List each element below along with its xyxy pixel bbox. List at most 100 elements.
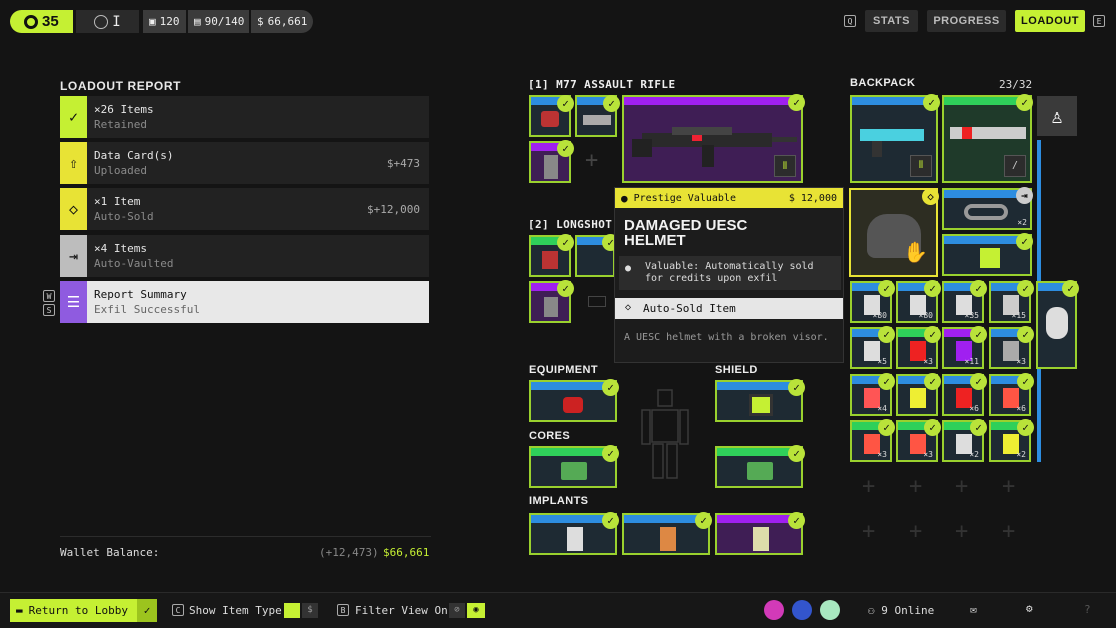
check-icon: ✓	[60, 96, 87, 138]
check-icon: ✓	[1016, 94, 1033, 111]
check-icon: ✓	[557, 95, 574, 112]
primary-weapon-slot[interactable]: ⫴	[622, 95, 803, 183]
check-icon: ✓	[970, 280, 987, 297]
check-icon: ✓	[137, 599, 157, 622]
item-type-toggle-on[interactable]	[284, 603, 300, 618]
empty-slot-plus[interactable]: +	[955, 476, 968, 498]
friends-icon: ⚇	[868, 604, 882, 617]
return-to-lobby-button[interactable]: ▬ Return to Lobby ✓	[10, 599, 157, 622]
level-ring-icon	[24, 14, 38, 29]
list-icon: ☰	[60, 281, 87, 323]
help-icon[interactable]: ?	[1084, 603, 1091, 616]
eye-icon[interactable]: ◉	[467, 603, 485, 618]
check-icon: ✓	[695, 512, 712, 529]
empty-slot-plus[interactable]: +	[909, 476, 922, 498]
empty-slot-plus[interactable]: +	[909, 521, 922, 543]
tab-stats[interactable]: STATS	[865, 10, 918, 32]
report-row-summary[interactable]: ☰ Report Summary Exfil Successful	[60, 281, 429, 323]
tooltip-tag: Prestige Valuable	[633, 192, 736, 204]
kills-icon: ▣	[149, 15, 156, 28]
gear-icon[interactable]: ⚙	[1026, 602, 1033, 615]
item-tooltip: ● Prestige Valuable $ 12,000 DAMAGED UESC…	[614, 187, 844, 363]
secondary-weapon-title: [2] LONGSHOT	[528, 218, 613, 231]
empty-mag-icon	[588, 296, 606, 307]
tooltip-header: ● Prestige Valuable $ 12,000	[615, 188, 843, 208]
check-icon: ✓	[924, 419, 941, 436]
key-q-hint: Q	[844, 15, 856, 27]
key-w-hint: W	[43, 290, 55, 302]
report-row-retained[interactable]: ✓ ×26 Items Retained	[60, 96, 429, 138]
avatar[interactable]	[820, 600, 840, 620]
wallet-delta: (+12,473)	[319, 546, 379, 559]
cores-title: CORES	[529, 430, 571, 442]
check-icon: ✓	[878, 280, 895, 297]
check-icon: ✓	[788, 379, 805, 396]
autosold-value: $+12,000	[367, 202, 420, 216]
check-icon: ✓	[557, 280, 574, 297]
tooltip-autosold: Auto-Sold Item	[615, 298, 843, 319]
tooltip-description: A UESC helmet with a broken visor.	[624, 332, 829, 343]
empty-slot-plus[interactable]: +	[1002, 521, 1015, 543]
wallet-label: Wallet Balance:	[60, 546, 160, 559]
key-s-hint: S	[43, 304, 55, 316]
ammo-icon: /	[1004, 155, 1026, 177]
tab-loadout[interactable]: LOADOUT	[1015, 10, 1085, 32]
report-row-autosold[interactable]: ◇ ×1 Item Auto-Sold $+12,000	[60, 188, 429, 230]
stat-kills: ▣ 120	[143, 10, 186, 33]
filter-view-label: Filter View On	[355, 604, 448, 617]
check-icon: ✓	[878, 419, 895, 436]
check-icon: ✓	[602, 445, 619, 462]
report-row-uploaded[interactable]: ⇧ Data Card(s) Uploaded $+473	[60, 142, 429, 184]
vault-icon: ⇥	[1016, 187, 1033, 204]
empty-slot-plus[interactable]: +	[862, 476, 875, 498]
check-icon: ✓	[1017, 280, 1034, 297]
key-c-hint: C	[172, 604, 184, 616]
check-icon: ✓	[923, 94, 940, 111]
empty-slot-plus[interactable]: +	[862, 521, 875, 543]
key-b-hint: B	[337, 604, 349, 616]
report-row-vaulted[interactable]: ⇥ ×4 Items Auto-Vaulted	[60, 235, 429, 277]
storage-icon: ▤	[194, 15, 201, 28]
implants-title: IMPLANTS	[529, 495, 589, 507]
empty-slot-plus[interactable]: +	[1002, 476, 1015, 498]
show-item-type-label: Show Item Type	[189, 604, 282, 617]
report-title: LOADOUT REPORT	[60, 79, 182, 93]
shield-title: SHIELD	[715, 364, 758, 376]
check-icon: ✓	[924, 326, 941, 343]
check-icon: ✓	[970, 419, 987, 436]
key-e-hint: E	[1093, 15, 1105, 27]
sold-icon: ◇	[922, 188, 939, 205]
empty-slot-plus[interactable]: +	[585, 150, 598, 172]
money-bag-icon: ●	[625, 263, 632, 274]
player-level-badge: 35	[10, 10, 73, 33]
character-filter-icon[interactable]: ♙	[1037, 96, 1077, 136]
empty-slot-plus[interactable]: +	[955, 521, 968, 543]
stat-capacity: ▤ 90/140	[188, 10, 249, 33]
tooltip-item-name: DAMAGED UESC HELMET	[624, 217, 748, 249]
check-icon: ✓	[557, 140, 574, 157]
vault-icon: ⇥	[60, 235, 87, 277]
sold-icon: ◇	[625, 302, 632, 313]
check-icon: ✓	[970, 373, 987, 390]
mail-icon[interactable]: ✉	[970, 603, 977, 616]
check-icon: ✓	[1017, 326, 1034, 343]
rank-circle-icon	[94, 14, 109, 29]
upload-icon: ⇧	[60, 142, 87, 184]
check-icon: ✓	[557, 234, 574, 251]
wallet-total: $66,661	[383, 546, 430, 559]
check-icon: ✓	[970, 326, 987, 343]
check-icon: ✓	[1017, 373, 1034, 390]
tab-progress[interactable]: PROGRESS	[927, 10, 1006, 32]
check-icon: ✓	[602, 512, 619, 529]
avatar[interactable]	[792, 600, 812, 620]
check-icon: ✓	[1017, 419, 1034, 436]
credits-toggle[interactable]: $	[302, 603, 318, 618]
uploaded-value: $+473	[386, 156, 420, 170]
check-icon: ✓	[924, 280, 941, 297]
check-icon: ✓	[878, 373, 895, 390]
lobby-icon: ▬	[16, 604, 23, 617]
avatar[interactable]	[764, 600, 784, 620]
online-count[interactable]: ⚇ 9 Online	[868, 604, 934, 617]
ammo-icon: ⫴	[774, 155, 796, 177]
eye-off-icon[interactable]: ⊘	[449, 603, 465, 618]
